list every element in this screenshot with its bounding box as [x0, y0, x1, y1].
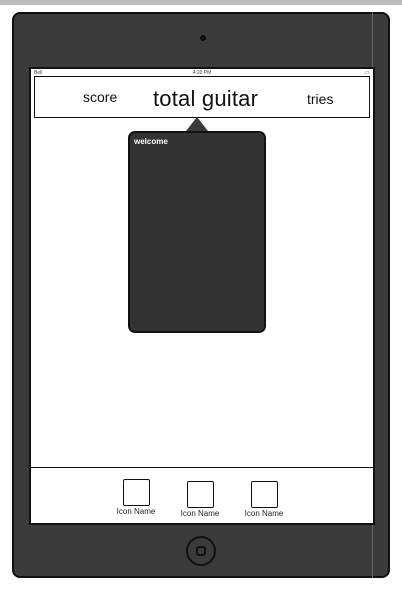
tab-item-2[interactable]: Icon Name	[170, 481, 230, 518]
welcome-popover[interactable]: welcome	[128, 131, 266, 333]
tablet-screen: Bell 4:20 PM ▭ score total guitar tries …	[29, 67, 375, 525]
camera-icon	[200, 35, 206, 41]
tab-label: Icon Name	[116, 507, 156, 516]
score-label: score	[83, 89, 118, 105]
home-button-icon[interactable]	[186, 536, 216, 566]
home-button-inner	[196, 546, 206, 556]
popover-arrow	[186, 117, 208, 131]
tab-placeholder-icon	[250, 481, 278, 508]
app-header: score total guitar tries	[34, 76, 370, 118]
tab-bar-divider	[31, 467, 373, 468]
tab-label: Icon Name	[180, 509, 220, 518]
tab-item-3[interactable]: Icon Name	[234, 481, 294, 518]
top-strip	[0, 0, 402, 5]
app-title: total guitar	[153, 86, 259, 111]
tries-label: tries	[307, 91, 334, 107]
popover-text: welcome	[134, 137, 168, 146]
tab-item-1[interactable]: Icon Name	[106, 479, 166, 516]
tab-placeholder-icon	[122, 479, 150, 506]
tab-placeholder-icon	[186, 481, 214, 508]
tab-label: Icon Name	[244, 509, 284, 518]
